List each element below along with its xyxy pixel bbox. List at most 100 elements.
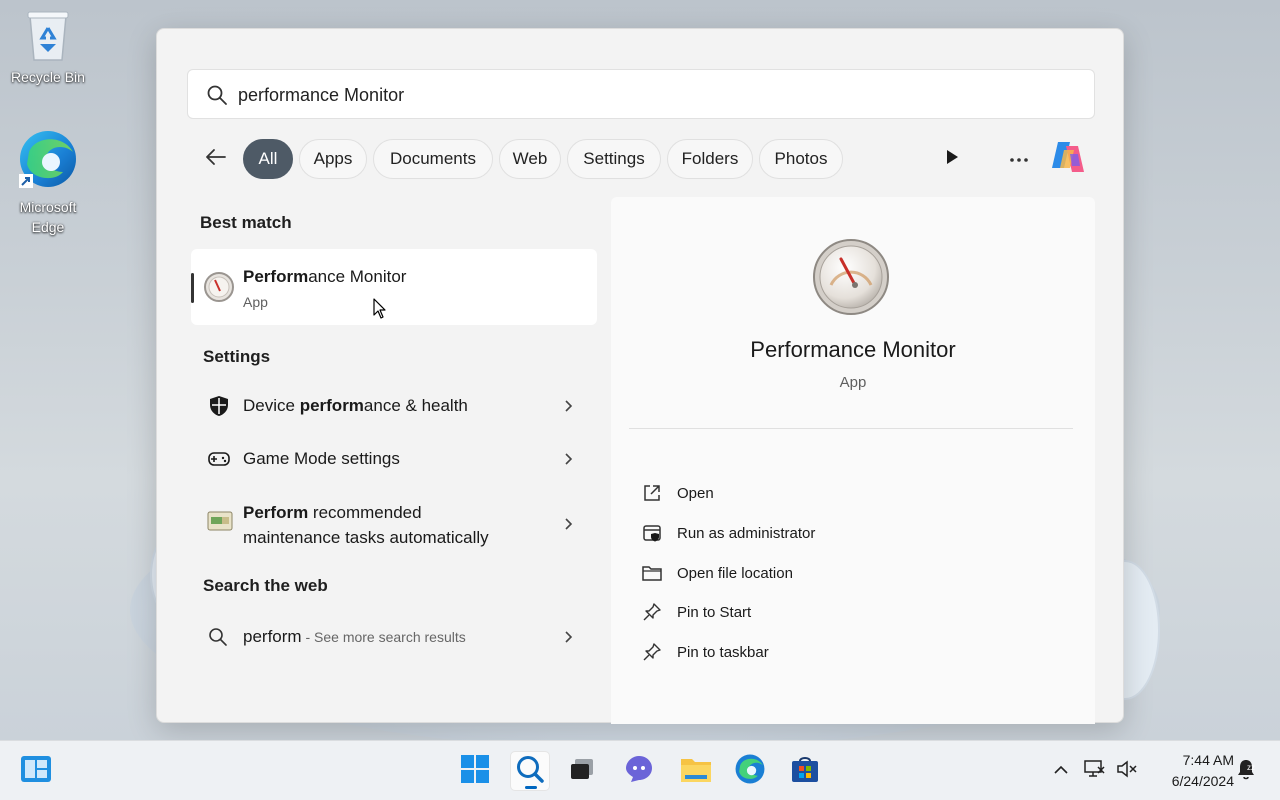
- best-match-type: App: [243, 294, 268, 310]
- network-icon: [1084, 759, 1106, 784]
- shield-icon: [207, 394, 231, 423]
- edge-icon: [734, 753, 766, 790]
- notification-bell-icon: zz: [1235, 758, 1257, 785]
- volume-button[interactable]: [1115, 759, 1139, 783]
- play-icon: [945, 149, 959, 170]
- search-icon: [515, 754, 545, 789]
- settings-result-game-mode[interactable]: Game Mode settings: [191, 444, 597, 474]
- notifications-button[interactable]: zz: [1234, 759, 1258, 783]
- search-taskbar-button[interactable]: [510, 751, 550, 791]
- copilot-icon: [1048, 138, 1088, 181]
- widgets-icon: [20, 755, 52, 788]
- maintenance-icon: [207, 510, 233, 537]
- search-icon: [207, 626, 229, 653]
- open-external-icon: [641, 482, 663, 504]
- web-search-result[interactable]: perform - See more search results: [191, 622, 597, 652]
- windows-logo-icon: [460, 754, 490, 789]
- filter-chip-apps[interactable]: Apps: [299, 139, 367, 179]
- search-web-heading: Search the web: [203, 576, 328, 595]
- detail-title: Performance Monitor: [750, 337, 956, 362]
- file-explorer-button[interactable]: [676, 751, 716, 791]
- action-run-as-admin[interactable]: Run as administrator: [641, 518, 1041, 548]
- start-search-panel: All Apps Documents Web Settings Folders …: [156, 28, 1124, 724]
- chat-icon: [624, 754, 654, 789]
- settings-heading: Settings: [203, 347, 271, 366]
- action-pin-to-taskbar[interactable]: Pin to taskbar: [641, 637, 1041, 667]
- network-button[interactable]: [1083, 759, 1107, 783]
- settings-result-device-performance[interactable]: Device performance & health: [191, 391, 597, 421]
- settings-result-label: Game Mode settings: [243, 449, 400, 468]
- best-match-result[interactable]: Performance Monitor App: [191, 249, 597, 325]
- action-label: Pin to Start: [677, 603, 752, 621]
- filter-chip-settings[interactable]: Settings: [567, 139, 661, 179]
- volume-muted-icon: [1116, 759, 1138, 784]
- filter-bar: All Apps Documents Web Settings Folders …: [197, 139, 1097, 179]
- web-search-label: perform - See more search results: [243, 627, 466, 646]
- selection-indicator: [191, 273, 194, 303]
- mouse-cursor-icon: [373, 298, 387, 325]
- task-view-icon: [569, 757, 595, 786]
- more-filters-button[interactable]: [939, 147, 965, 171]
- action-label: Open file location: [677, 564, 793, 582]
- filter-chip-documents[interactable]: Documents: [373, 139, 493, 179]
- desktop-icon-label: Microsoft Edge: [19, 199, 77, 235]
- chat-button[interactable]: [619, 751, 659, 791]
- widgets-button[interactable]: [16, 751, 56, 791]
- best-match-title: Performance Monitor: [243, 267, 407, 286]
- action-pin-to-start[interactable]: Pin to Start: [641, 597, 1041, 627]
- admin-shield-icon: [641, 522, 663, 544]
- settings-result-maintenance[interactable]: Perform recommended maintenance tasks au…: [191, 496, 597, 552]
- clock-date: 6/24/2024: [1171, 773, 1234, 789]
- chevron-right-icon: [561, 517, 575, 531]
- show-hidden-icons-button[interactable]: [1049, 759, 1073, 783]
- performance-monitor-icon: [203, 271, 235, 308]
- search-box[interactable]: [187, 69, 1095, 119]
- start-button[interactable]: [455, 751, 495, 791]
- edge-icon: [3, 128, 93, 193]
- more-options-button[interactable]: [1005, 147, 1033, 171]
- folder-icon: [680, 755, 712, 788]
- search-input[interactable]: [238, 82, 1038, 108]
- filter-chip-folders[interactable]: Folders: [667, 139, 753, 179]
- ellipsis-icon: [1009, 150, 1029, 168]
- back-arrow-icon: [204, 148, 226, 171]
- edge-taskbar-button[interactable]: [730, 751, 770, 791]
- taskbar: 7:44 AM 6/24/2024 zz: [0, 740, 1280, 800]
- pin-icon: [641, 601, 663, 623]
- back-button[interactable]: [197, 143, 233, 175]
- action-label: Open: [677, 484, 714, 502]
- settings-result-label: Device performance & health: [243, 396, 468, 415]
- copilot-button[interactable]: [1047, 139, 1089, 179]
- clock[interactable]: 7:44 AM 6/24/2024: [1150, 750, 1234, 792]
- result-detail-pane: Performance Monitor App Open Run as admi…: [611, 197, 1095, 724]
- chevron-right-icon: [561, 399, 575, 413]
- store-icon: [790, 754, 820, 789]
- recycle-bin-icon: [3, 8, 93, 65]
- chevron-right-icon: [561, 452, 575, 466]
- clock-time: 7:44 AM: [1182, 752, 1234, 768]
- detail-type: App: [839, 374, 867, 391]
- performance-monitor-icon: [811, 237, 891, 322]
- divider: [629, 428, 1073, 429]
- desktop-icon-label: Recycle Bin: [11, 69, 85, 85]
- action-open-file-location[interactable]: Open file location: [641, 558, 1041, 588]
- folder-icon: [641, 562, 663, 584]
- settings-result-label: Perform recommended maintenance tasks au…: [243, 503, 489, 547]
- svg-text:zz: zz: [1247, 763, 1255, 772]
- action-label: Run as administrator: [677, 524, 816, 542]
- task-view-button[interactable]: [562, 751, 602, 791]
- filter-chip-photos[interactable]: Photos: [759, 139, 843, 179]
- desktop-icon-edge[interactable]: Microsoft Edge: [3, 128, 93, 237]
- action-label: Pin to taskbar: [677, 643, 769, 661]
- best-match-heading: Best match: [200, 213, 292, 232]
- store-button[interactable]: [785, 751, 825, 791]
- chevron-right-icon: [561, 630, 575, 644]
- filter-chip-all[interactable]: All: [243, 139, 293, 179]
- gamepad-icon: [207, 447, 231, 476]
- desktop-icon-recycle-bin[interactable]: Recycle Bin: [3, 8, 93, 85]
- filter-chip-web[interactable]: Web: [499, 139, 561, 179]
- search-icon: [206, 84, 228, 111]
- pin-icon: [641, 641, 663, 663]
- action-open[interactable]: Open: [641, 478, 1041, 508]
- chevron-up-icon: [1053, 762, 1069, 780]
